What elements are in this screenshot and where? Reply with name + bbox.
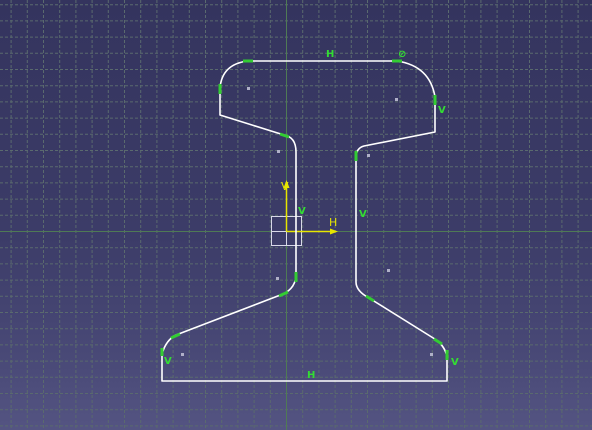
construction-point[interactable]: [395, 98, 398, 101]
vertical-constraint-bottom-right[interactable]: V: [451, 357, 459, 368]
sketch-canvas[interactable]: H V H ⊘ V V V V H V: [0, 0, 592, 430]
construction-points: [181, 87, 433, 356]
vertical-constraint-web-left[interactable]: V: [298, 206, 306, 217]
construction-point[interactable]: [181, 353, 184, 356]
rail-profile[interactable]: [161, 60, 448, 382]
vertical-constraint-bottom-left[interactable]: V: [164, 356, 172, 367]
endpoint-marker[interactable]: [433, 337, 443, 346]
horizontal-constraint-bottom[interactable]: H: [307, 370, 315, 381]
tangency-constraint-icon[interactable]: ⊘: [398, 49, 406, 60]
v-axis-label: V: [281, 180, 289, 193]
construction-point[interactable]: [367, 154, 370, 157]
vertical-constraint-top-right[interactable]: V: [438, 105, 446, 116]
h-axis-arrow-icon: [330, 228, 338, 235]
h-axis-label: H: [329, 216, 337, 229]
vertical-constraint-web-right[interactable]: V: [359, 209, 367, 220]
construction-point[interactable]: [430, 353, 433, 356]
construction-point[interactable]: [277, 150, 280, 153]
horizontal-constraint-top[interactable]: H: [326, 49, 334, 60]
construction-point[interactable]: [276, 277, 279, 280]
construction-point[interactable]: [387, 269, 390, 272]
construction-point[interactable]: [247, 87, 250, 90]
endpoint-marker[interactable]: [170, 332, 181, 340]
sketcher-viewport[interactable]: H V H ⊘ V V V V H V: [0, 0, 592, 430]
